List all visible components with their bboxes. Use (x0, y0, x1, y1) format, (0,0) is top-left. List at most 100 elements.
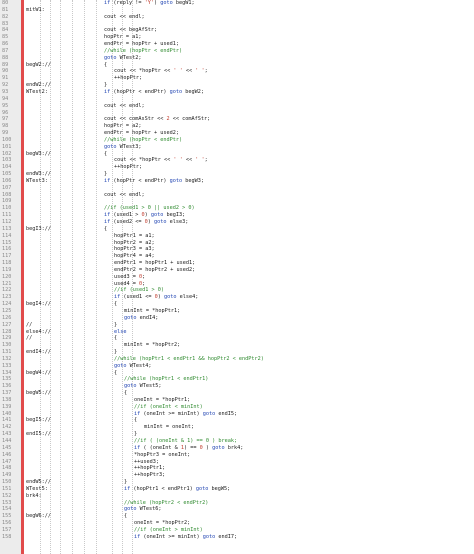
code-line[interactable]: 81 mitW1: (0, 7, 474, 14)
code-line[interactable]: 86 endPtr = hopPtr + used1; (0, 41, 474, 48)
code-line[interactable]: 158 if (oneInt >= minInt) goto endI7; (0, 534, 474, 541)
code-statement: else (114, 328, 127, 335)
code-statement: if (used1 > 0) goto begI3; (104, 212, 186, 219)
code-line[interactable]: 112 if (used2 <= 0) goto else3; (0, 219, 474, 226)
code-line[interactable]: 107 (0, 185, 474, 192)
code-line[interactable]: 102 begW3:// { (0, 151, 474, 158)
code-line[interactable]: 122 //if (used1 > 0) (0, 287, 474, 294)
code-line[interactable]: 150 endW5://} (0, 479, 474, 486)
code-line[interactable]: 109 (0, 198, 474, 205)
code-line[interactable]: 146 *hopPtr3 = oneInt; (0, 452, 474, 459)
code-line[interactable]: 100 //while (hopPtr < endPtr) (0, 137, 474, 144)
line-number: 107 (2, 184, 12, 191)
code-line[interactable]: 80 if (reply != 'Y') goto begW1; (0, 0, 474, 7)
code-editor[interactable]: 80 if (reply != 'Y') goto begW1; 81 mitW1: 8… (0, 0, 474, 554)
code-line[interactable]: 147 ++used3; (0, 459, 474, 466)
code-line[interactable]: 123 if (used1 <= 0) goto else4; (0, 294, 474, 301)
code-line[interactable]: 135 //while (hopPtr1 < endPtr1) (0, 376, 474, 383)
code-line[interactable]: 148 ++hopPtr1; (0, 465, 474, 472)
code-line[interactable]: 85 hopPtr = a1; (0, 34, 474, 41)
code-line[interactable]: 90 cout << *hopPtr << ' ' << ' '; (0, 68, 474, 75)
code-line[interactable]: 96 (0, 110, 474, 117)
code-line[interactable]: 154 goto WTest6; (0, 506, 474, 513)
code-statement: cout << endl; (104, 102, 145, 109)
code-line[interactable]: 98 hopPtr = a2; (0, 123, 474, 130)
code-line[interactable]: 91 ++hopPtr; (0, 75, 474, 82)
code-line[interactable]: 106 WTest3: if (hopPtr < endPtr) goto begW… (0, 178, 474, 185)
code-line[interactable]: 145 if ( (oneInt & 1) == 0 ) goto brk4; (0, 445, 474, 452)
code-line[interactable]: 128 else4:// else (0, 329, 474, 336)
code-line[interactable]: 127 //} (0, 322, 474, 329)
code-line[interactable]: 89 begW2:// { (0, 62, 474, 69)
code-statement: goto WTest5; (124, 383, 162, 390)
code-statement: cout << endl; (104, 13, 145, 20)
code-line[interactable]: 117 hopPtr4 = a4; (0, 253, 474, 260)
code-line[interactable]: 131 endI4://} (0, 349, 474, 356)
code-line[interactable]: 83 (0, 21, 474, 28)
code-line[interactable]: 157 //if (oneInt > minInt) (0, 527, 474, 534)
code-line[interactable]: 95 cout << endl; (0, 103, 474, 110)
code-line[interactable]: 111 if (used1 > 0) goto begI3; (0, 212, 474, 219)
code-line[interactable]: 129 // { (0, 335, 474, 342)
code-line[interactable]: 110 //if (used1 > 0 || used2 > 0) (0, 205, 474, 212)
code-label: begI3:// (26, 225, 51, 232)
code-line[interactable]: 142 minInt = oneInt; (0, 424, 474, 431)
code-line[interactable]: 155 begW6:// { (0, 513, 474, 520)
code-line[interactable]: 136 goto WTest5; (0, 383, 474, 390)
code-line[interactable]: 125 minInt = *hopPtr1; (0, 308, 474, 315)
code-line[interactable]: 87 //while (hopPtr < endPtr) (0, 48, 474, 55)
line-number: 126 (2, 314, 12, 321)
code-line[interactable]: 121 used4 = 0; (0, 281, 474, 288)
code-line[interactable]: 118 endPtr1 = hopPtr1 + used1; (0, 260, 474, 267)
code-line[interactable]: 84 cout << begAfStr; (0, 27, 474, 34)
code-statement: hopPtr2 = a2; (114, 239, 155, 246)
code-line[interactable]: 108 cout << endl; (0, 192, 474, 199)
code-line[interactable]: 144 //if ( (oneInt & 1) == 0 ) break; (0, 438, 474, 445)
code-line[interactable]: 113 begI3:// { (0, 226, 474, 233)
code-line[interactable]: 124 begI4:// { (0, 301, 474, 308)
code-line[interactable]: 115 hopPtr2 = a2; (0, 240, 474, 247)
code-line[interactable]: 156 oneInt = *hopPtr2; (0, 520, 474, 527)
code-line[interactable]: 141 begI5:// { (0, 417, 474, 424)
code-line[interactable]: 134 begW4:// { (0, 370, 474, 377)
line-number: 113 (2, 225, 12, 232)
code-line[interactable]: 88 goto WTest2; (0, 55, 474, 62)
code-line[interactable]: 103 cout << *hopPtr << ' ' << ' '; (0, 157, 474, 164)
code-line[interactable]: 94 (0, 96, 474, 103)
code-line[interactable]: 152 brk4: (0, 493, 474, 500)
code-line[interactable]: 101 goto WTest3; (0, 144, 474, 151)
code-label: endI5:// (26, 431, 51, 438)
line-number: 111 (2, 212, 12, 219)
line-number: 155 (2, 513, 12, 520)
code-line[interactable]: 82 cout << endl; (0, 14, 474, 21)
code-line[interactable]: 119 endPtr2 = hopPtr2 + used2; (0, 267, 474, 274)
code-label: begI4:// (26, 301, 51, 308)
code-line[interactable]: 138 oneInt = *hopPtr1; (0, 397, 474, 404)
code-line[interactable]: 114 hopPtr1 = a1; (0, 233, 474, 240)
code-line[interactable]: 143 endI5://} (0, 431, 474, 438)
code-line[interactable]: 105 endW3://} (0, 171, 474, 178)
code-line[interactable]: 97 cout << comAsStr << 2 << comAfStr; (0, 116, 474, 123)
code-lines[interactable]: 80 if (reply != 'Y') goto begW1; 81 mitW1: 8… (0, 0, 474, 541)
code-line[interactable]: 151 WTest5: if (hopPtr1 < endPtr1) goto be… (0, 486, 474, 493)
code-statement: used4 = 0; (114, 280, 146, 287)
code-line[interactable]: 149 ++hopPtr3; (0, 472, 474, 479)
code-line[interactable]: 153 //while (hopPtr2 < endPtr2) (0, 500, 474, 507)
code-line[interactable]: 116 hopPtr3 = a3; (0, 246, 474, 253)
code-line[interactable]: 132 //while (hopPtr1 < endPtr1 && hopPtr2… (0, 356, 474, 363)
code-line[interactable]: 133 goto WTest4; (0, 363, 474, 370)
code-line[interactable]: 140 if (oneInt >= minInt) goto endI5; (0, 411, 474, 418)
code-line[interactable]: 137 begW5:// { (0, 390, 474, 397)
code-line[interactable]: 130 minInt = *hopPtr2; (0, 342, 474, 349)
code-line[interactable]: 120 used3 = 0; (0, 274, 474, 281)
code-label: else4:// (26, 328, 51, 335)
line-number: 114 (2, 232, 12, 239)
code-line[interactable]: 99 endPtr = hopPtr + used2; (0, 130, 474, 137)
code-line[interactable]: 93 WTest2: if (hopPtr < endPtr) goto begW2… (0, 89, 474, 96)
code-line[interactable]: 126 goto endI4; (0, 315, 474, 322)
line-number: 147 (2, 458, 12, 465)
line-number: 138 (2, 396, 12, 403)
code-line[interactable]: 92 endW2://} (0, 82, 474, 89)
code-line[interactable]: 104 ++hopPtr; (0, 164, 474, 171)
code-line[interactable]: 139 //if (oneInt < minInt) (0, 404, 474, 411)
